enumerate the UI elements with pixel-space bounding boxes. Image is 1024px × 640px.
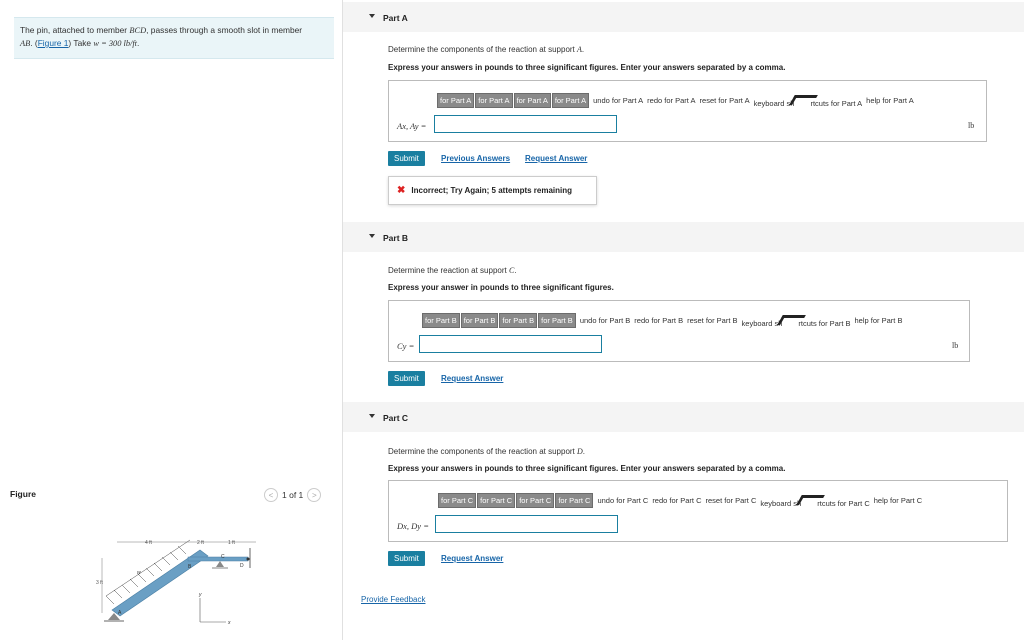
- keyboard-icon: [795, 494, 823, 506]
- pager-text: 1 of 1: [282, 490, 304, 500]
- part-a-undo[interactable]: undo for Part A: [593, 96, 643, 105]
- part-c-submit-button[interactable]: Submit: [388, 551, 425, 566]
- figure-label: Figure: [10, 489, 36, 499]
- part-b-template-button[interactable]: for Part B: [499, 313, 538, 328]
- part-c-undo[interactable]: undo for Part C: [597, 496, 648, 505]
- part-a-keyboard-shortcuts[interactable]: keyboard sh rtcuts for Part A: [754, 94, 863, 108]
- keyboard-icon: [788, 94, 816, 106]
- part-c-keyboard-shortcuts[interactable]: keyboard sh rtcuts for Part C: [760, 494, 869, 508]
- part-a-request-answer-link[interactable]: Request Answer: [525, 154, 587, 163]
- load-label: w: [137, 570, 141, 576]
- axis-y: y: [198, 592, 202, 598]
- part-a-template-button[interactable]: for Part A: [513, 93, 551, 108]
- part-a-submit-button[interactable]: Submit: [388, 151, 425, 166]
- part-a-template-button[interactable]: for Part A: [475, 93, 513, 108]
- part-a-unit: lb: [968, 121, 975, 130]
- part-a-instruction: Express your answers in pounds to three …: [388, 63, 786, 72]
- part-b-question: Determine the reaction at support C.: [388, 266, 517, 275]
- chevron-right-icon[interactable]: >: [307, 488, 322, 502]
- part-b-redo[interactable]: redo for Part B: [634, 316, 683, 325]
- part-c-question: Determine the components of the reaction…: [388, 447, 586, 456]
- part-b-answer-input[interactable]: [419, 335, 602, 353]
- close-icon: ✖: [397, 185, 406, 196]
- caret-down-icon: [369, 234, 375, 238]
- part-b-template-button[interactable]: for Part B: [538, 313, 576, 328]
- part-a-reset[interactable]: reset for Part A: [700, 96, 750, 105]
- keyboard-icon: [776, 314, 804, 326]
- part-c-help[interactable]: help for Part C: [874, 496, 922, 505]
- part-a-answer-box: for Part A for Part A for Part A for Par…: [388, 80, 987, 142]
- provide-feedback-link[interactable]: Provide Feedback: [361, 595, 425, 604]
- part-b-answer-box: for Part B for Part B for Part B for Par…: [388, 300, 970, 362]
- part-b-help[interactable]: help for Part B: [855, 316, 903, 325]
- part-a-redo[interactable]: redo for Part A: [647, 96, 695, 105]
- point-d: D: [240, 563, 244, 569]
- part-a-question: Determine the components of the reaction…: [388, 45, 585, 54]
- figure-link[interactable]: Figure 1: [38, 38, 69, 48]
- caret-down-icon: [369, 414, 375, 418]
- part-c-redo[interactable]: redo for Part C: [652, 496, 701, 505]
- part-b-template-button[interactable]: for Part B: [460, 313, 499, 328]
- problem-statement: The pin, attached to member BCD, passes …: [14, 17, 334, 59]
- pane-divider: [342, 0, 343, 640]
- axis-x: x: [227, 620, 231, 626]
- dim-4ft: 4 ft: [145, 540, 153, 546]
- part-b-undo[interactable]: undo for Part B: [580, 316, 630, 325]
- part-c-request-answer-link[interactable]: Request Answer: [441, 554, 503, 563]
- part-c-header[interactable]: Part C: [343, 402, 1024, 432]
- part-a-eq-label: Ax, Ay =: [397, 121, 427, 131]
- part-b-header[interactable]: Part B: [343, 222, 1024, 252]
- part-c-template-button[interactable]: for Part C: [516, 493, 555, 508]
- dim-2ft: 2 ft: [197, 540, 205, 546]
- dim-3ft: 3 ft: [96, 580, 104, 586]
- part-a-help[interactable]: help for Part A: [866, 96, 914, 105]
- part-b-reset[interactable]: reset for Part B: [687, 316, 737, 325]
- part-c-instruction: Express your answers in pounds to three …: [388, 464, 786, 473]
- part-c-template-button[interactable]: for Part C: [477, 493, 516, 508]
- part-c-template-button[interactable]: for Part C: [555, 493, 594, 508]
- part-b-toolbar: for Part B for Part B for Part B for Par…: [422, 313, 902, 328]
- part-b-request-answer-link[interactable]: Request Answer: [441, 374, 503, 383]
- member-bcd: [187, 556, 249, 562]
- part-c-toolbar: for Part C for Part C for Part C for Par…: [438, 493, 922, 508]
- part-a-toolbar: for Part A for Part A for Part A for Par…: [437, 93, 914, 108]
- part-b-eq-label: Cy =: [397, 341, 415, 351]
- part-b-submit-button[interactable]: Submit: [388, 371, 425, 386]
- part-c-template-button[interactable]: for Part C: [438, 493, 477, 508]
- figure-pager: < 1 of 1 >: [264, 488, 322, 502]
- part-a-feedback: ✖ Incorrect; Try Again; 5 attempts remai…: [388, 176, 597, 205]
- dim-1ft: 1 ft: [228, 540, 236, 546]
- part-c-eq-label: Dx, Dy =: [397, 521, 429, 531]
- part-b-template-button[interactable]: for Part B: [422, 313, 460, 328]
- part-c-answer-box: for Part C for Part C for Part C for Par…: [388, 480, 1008, 542]
- caret-down-icon: [369, 14, 375, 18]
- part-a-answer-input[interactable]: [434, 115, 617, 133]
- part-a-header[interactable]: Part A: [343, 2, 1024, 32]
- part-c-answer-input[interactable]: [435, 515, 618, 533]
- part-b-keyboard-shortcuts[interactable]: keyboard sh rtcuts for Part B: [742, 314, 851, 328]
- part-a-template-button[interactable]: for Part A: [437, 93, 475, 108]
- part-c-reset[interactable]: reset for Part C: [706, 496, 757, 505]
- support-c: [216, 561, 224, 567]
- part-b-instruction: Express your answer in pounds to three s…: [388, 283, 614, 292]
- part-b-unit: lb: [952, 341, 959, 350]
- point-c: C: [221, 554, 225, 560]
- part-a-template-button[interactable]: for Part A: [551, 93, 590, 108]
- part-a-previous-answers-link[interactable]: Previous Answers: [441, 154, 510, 163]
- figure-diagram: 4 ft 2 ft 1 ft 3 ft w A B C D y x: [96, 539, 256, 626]
- chevron-left-icon[interactable]: <: [264, 488, 278, 502]
